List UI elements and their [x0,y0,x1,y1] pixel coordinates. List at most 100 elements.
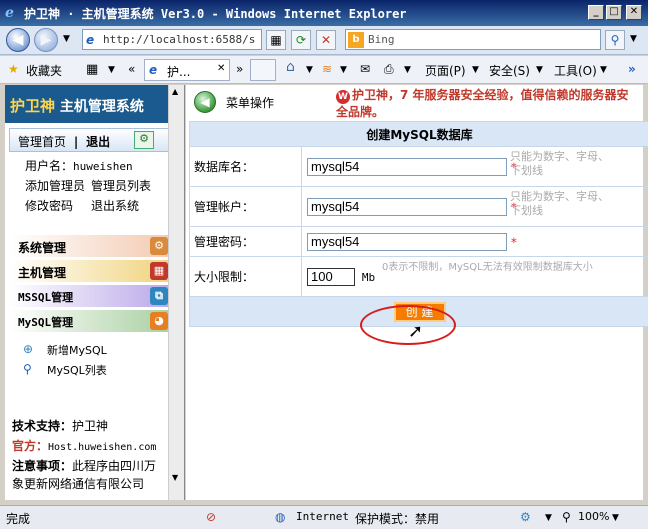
form-row-size: 大小限制： Mb 0表示不限制，MySQL无法有效限制数据库大小 [189,256,648,297]
zone-security-icon[interactable]: ⚙ [520,510,531,524]
official-label: 官方： [12,439,49,453]
support-label: 技术支持： [12,419,73,433]
popup-blocked-icon: ⊘ [206,510,217,524]
tools-menu-dropdown-icon[interactable]: ▼ [600,65,607,75]
main-topbar: ◀ 菜单操作 W 护卫神，7 年服务器安全经验，值得信赖的服务器安全品牌。 [186,85,643,121]
refresh-icon[interactable]: ⟳ [291,30,311,50]
star-icon: ★ [8,62,19,76]
username-value: huweishen [73,160,133,173]
admin-avatar-icon: ⚙ [134,131,154,149]
mysql-list-search-icon: ⚲ [23,362,32,376]
username-row: 用户名：huweishen [25,157,133,174]
search-icon[interactable]: ⚲ [605,30,625,50]
feeds-icon[interactable]: ≋ [322,62,332,76]
form-row-account: 管理帐户： * 只能为数字、字母、下划线 [189,186,648,227]
protected-mode-text: 保护模式：禁用 [355,512,440,526]
print-icon[interactable]: ⎙ [384,62,394,77]
close-button[interactable]: ✕ [626,5,642,20]
account-label: 管理帐户： [189,186,302,227]
admin-header: 管理首页 | 退出 ⚙ [9,128,173,152]
page-menu[interactable]: 页面(P) [425,62,466,79]
scroll-tabs-right-icon[interactable]: » [236,62,243,76]
admin-list-link[interactable]: 管理员列表 [91,177,151,194]
safety-menu-dropdown-icon[interactable]: ▼ [536,65,543,75]
zoom-level[interactable]: 100% [578,510,609,523]
menu-mysql-management[interactable]: MySQL管理 ◕ [10,310,174,332]
zoom-dropdown-icon[interactable]: ▼ [612,513,619,523]
change-password-link[interactable]: 修改密码 [25,197,73,214]
mssql-network-icon: ⧉ [150,287,168,305]
home-dropdown-icon[interactable]: ▼ [306,65,313,75]
home-link[interactable]: 管理首页 [18,135,66,149]
official-site-link[interactable]: Host.huweishen.com [48,442,156,453]
minimize-button[interactable]: _ [588,5,604,20]
dbname-input[interactable] [307,157,507,176]
notice-label: 注意事项： [12,459,73,473]
browser-tab[interactable]: e 护... ✕ [144,59,230,81]
menu-mssql-management[interactable]: MSSQL管理 ⧉ [10,285,174,307]
add-admin-link[interactable]: 添加管理员 [25,177,85,194]
menu-system-management[interactable]: 系统管理 ⚙ [10,235,174,257]
address-field[interactable]: e [82,29,262,50]
back-button[interactable]: ◀ [6,28,30,52]
scroll-tabs-left-icon[interactable]: « [128,62,135,76]
scroll-up-icon[interactable]: ▲ [172,87,178,96]
zoom-icon[interactable]: ⚲ [562,510,571,524]
password-label: 管理密码： [189,226,302,257]
mail-icon[interactable]: ✉ [360,62,370,76]
url-input[interactable] [103,32,259,47]
dbname-hint: 只能为数字、字母、下划线 [510,150,609,177]
logout-link[interactable]: 退出 [86,135,110,149]
forward-button[interactable]: ▶ [34,28,58,52]
scroll-down-icon[interactable]: ▼ [172,473,178,482]
maximize-button[interactable]: □ [606,5,622,20]
compatibility-view-icon[interactable]: ▦ [266,30,286,50]
promo-banner: W 护卫神，7 年服务器安全经验，值得信赖的服务器安全品牌。 [336,88,629,119]
ie-logo-icon: e [5,5,14,21]
add-mysql-icon: ⊕ [23,342,34,356]
window-title-bar: e 护卫神 · 主机管理系统 Ver3.0 - Windows Internet… [0,0,648,26]
status-bar: 完成 ⊘ ◍ Internet 保护模式：禁用 ⚙ ▼ ⚲ 100% ▼ [0,505,648,529]
menu-operations-label[interactable]: 菜单操作 [226,94,274,111]
password-input[interactable] [307,232,507,251]
sidebar-scrollbar[interactable]: ▲ ▼ [168,85,184,500]
size-input[interactable] [307,267,355,286]
tab-close-icon[interactable]: ✕ [217,63,225,74]
page-menu-dropdown-icon[interactable]: ▼ [472,65,479,75]
search-placeholder: Bing [368,33,395,46]
stop-icon[interactable]: ✕ [316,30,336,50]
zone-dropdown-icon[interactable]: ▼ [545,513,552,523]
new-tab-button[interactable] [250,59,276,81]
safety-menu[interactable]: 安全(S) [489,62,530,79]
password-required-star: * [510,235,517,249]
history-dropdown-icon[interactable]: ▼ [63,34,70,44]
search-box[interactable]: b Bing [345,29,601,50]
favorites-button[interactable]: 收藏夹 [26,62,62,79]
mysql-chart-icon: ◕ [150,312,168,330]
size-unit: Mb [361,271,376,284]
feeds-dropdown-icon[interactable]: ▼ [340,65,347,75]
add-mysql-link[interactable]: 新增MySQL [47,342,107,358]
exit-system-link[interactable]: 退出系统 [91,197,139,214]
print-dropdown-icon[interactable]: ▼ [404,65,411,75]
tools-menu[interactable]: 工具(O) [554,62,597,79]
tab-favicon-icon: e [149,63,158,77]
bing-icon: b [348,32,364,48]
form-title: 创建MySQL数据库 [189,121,648,147]
more-commands-icon[interactable]: » [628,62,636,76]
main-frame: ◀ 菜单操作 W 护卫神，7 年服务器安全经验，值得信赖的服务器安全品牌。 创建M… [186,85,648,500]
menu-back-icon[interactable]: ◀ [194,91,216,113]
tab-label: 护... [167,65,191,79]
header-separator: | [73,135,79,149]
size-hint: 0表示不限制，MySQL无法有效限制数据库大小 [382,262,593,273]
globe-icon: ◍ [275,510,286,524]
menu-host-management[interactable]: 主机管理 ▦ [10,260,174,282]
home-icon[interactable]: ⌂ [286,59,295,75]
sidebar-frame: 护卫神 主机管理系统 管理首页 | 退出 ⚙ 用户名：huweishen 添加管… [5,85,185,500]
search-options-icon[interactable]: ▼ [630,34,637,44]
mysql-list-link[interactable]: MySQL列表 [47,362,107,378]
account-input[interactable] [307,197,507,216]
tab-list-icon[interactable]: ▼ [108,65,115,75]
quick-tabs-icon[interactable]: ▦ [86,62,98,77]
host-blocks-icon: ▦ [150,262,168,280]
